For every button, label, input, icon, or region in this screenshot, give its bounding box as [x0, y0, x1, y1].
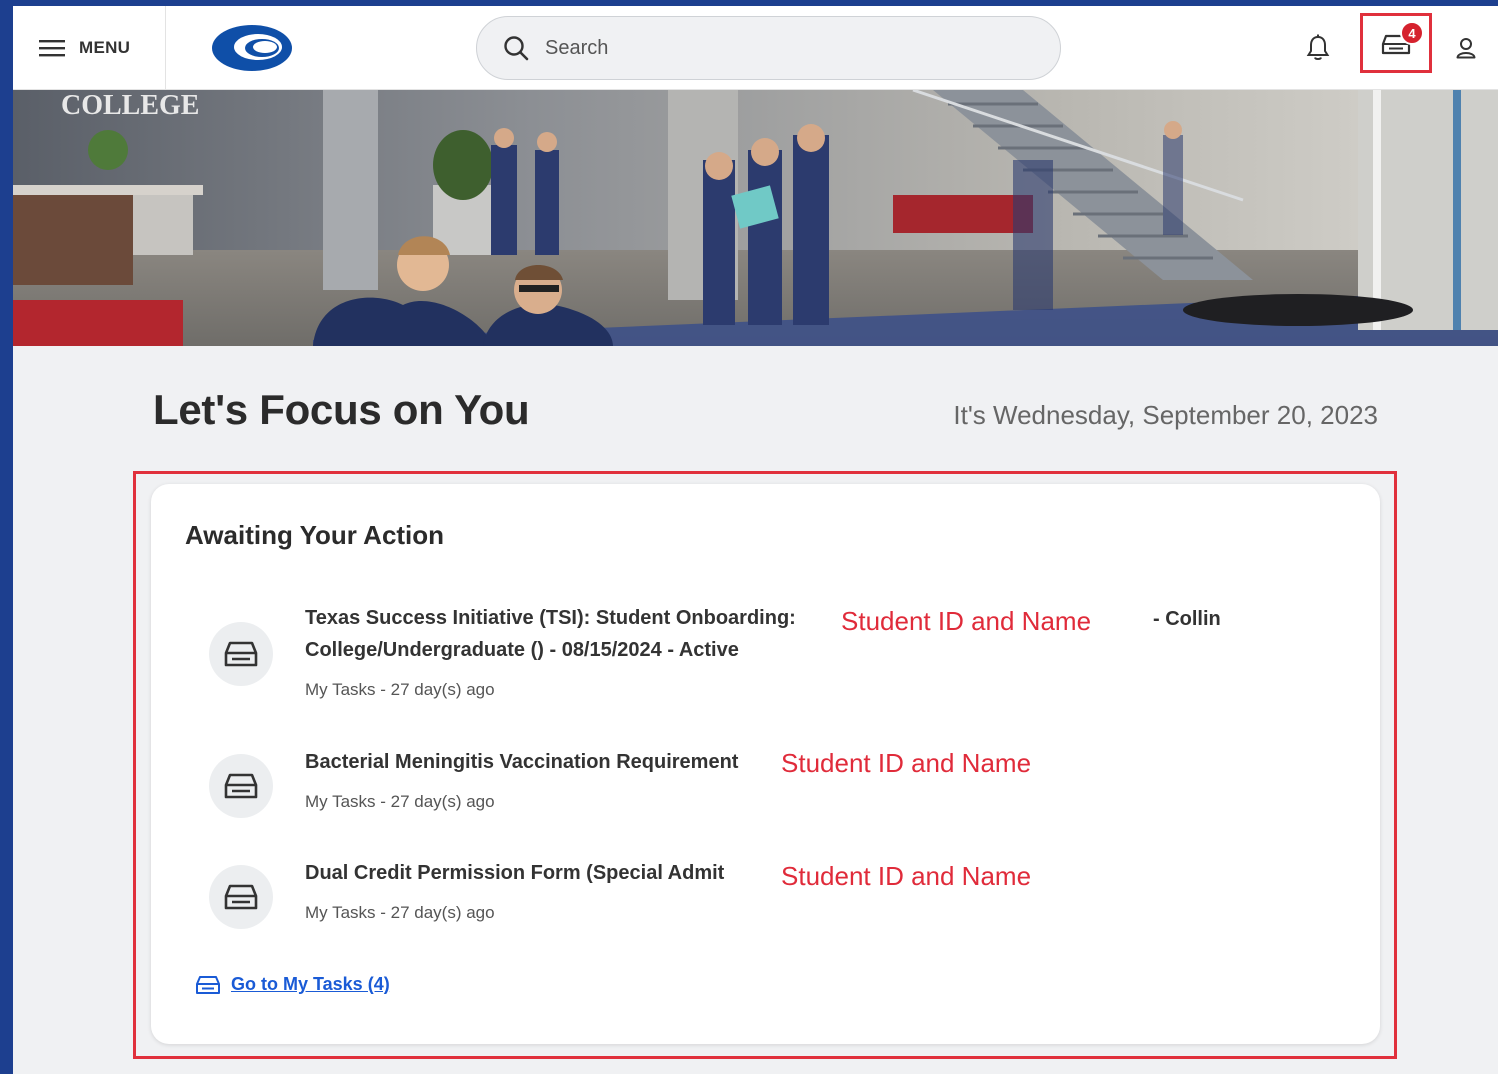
search-bar[interactable]: Search	[476, 16, 1061, 80]
user-icon	[1456, 38, 1476, 59]
banner-sign-text: COLLEGE	[61, 90, 199, 121]
notifications-button[interactable]	[1298, 28, 1338, 68]
page-title: Let's Focus on You	[153, 386, 530, 433]
logo[interactable]	[210, 20, 294, 76]
app-frame: MENU Search 4 COLLEGE Let's Focus on You…	[13, 6, 1498, 1074]
hamburger-icon	[39, 40, 65, 57]
menu-button[interactable]: MENU	[13, 6, 166, 90]
hero-banner-image: COLLEGE	[13, 90, 1498, 346]
profile-button[interactable]	[1446, 28, 1486, 68]
menu-label: MENU	[79, 38, 131, 57]
search-placeholder: Search	[545, 36, 609, 59]
highlight-annotation-box	[133, 471, 1397, 1059]
top-bar: MENU Search 4	[13, 6, 1498, 90]
inbox-button[interactable]: 4	[1360, 13, 1432, 73]
search-icon	[504, 36, 529, 61]
inbox-count-badge: 4	[1400, 21, 1424, 45]
bell-icon	[1306, 34, 1330, 60]
date-text: It's Wednesday, September 20, 2023	[953, 400, 1378, 430]
